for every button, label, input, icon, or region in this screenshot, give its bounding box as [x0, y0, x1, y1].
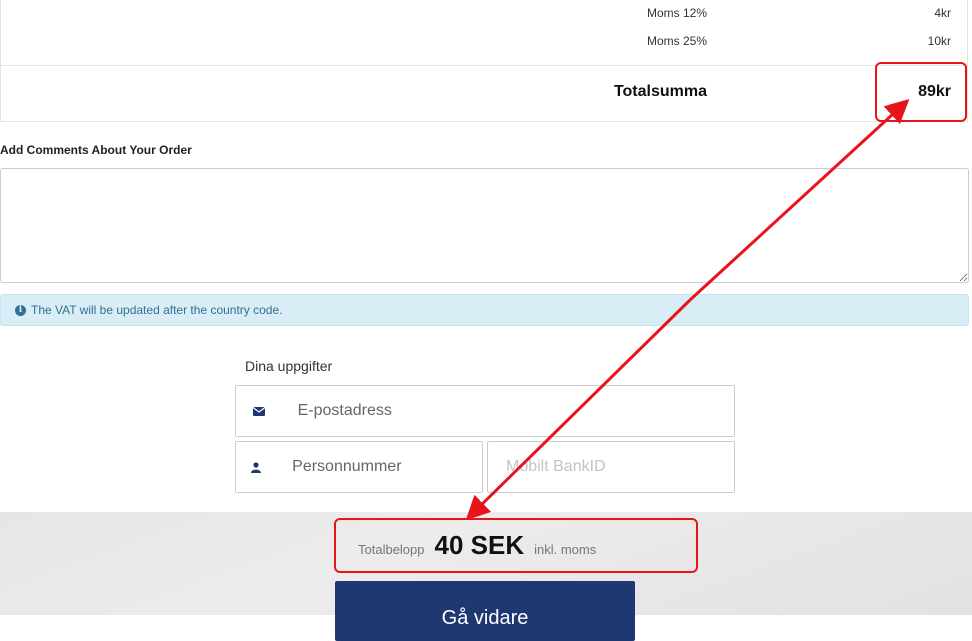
customer-details-title: Dina uppgifter	[245, 358, 333, 374]
vat-info-alert: i The VAT will be updated after the coun…	[0, 294, 969, 326]
order-totals: Moms 12% 4kr Moms 25% 10kr Totalsumma 89…	[0, 0, 968, 122]
continue-button[interactable]: Gå vidare	[335, 581, 635, 641]
personnummer-input[interactable]	[276, 442, 482, 492]
vat-12-label: Moms 12%	[646, 6, 707, 20]
envelope-icon	[236, 406, 282, 416]
comments-textarea[interactable]	[0, 168, 969, 283]
bankid-input[interactable]	[488, 442, 734, 492]
personnummer-field[interactable]	[235, 441, 483, 493]
totals-divider	[1, 65, 967, 66]
info-circle-icon: i	[15, 304, 26, 316]
vat-info-text: The VAT will be updated after the countr…	[31, 303, 283, 317]
vat-25-value: 10kr	[927, 34, 951, 48]
email-input[interactable]	[281, 386, 734, 436]
user-icon	[236, 461, 276, 473]
bankid-field[interactable]	[487, 441, 735, 493]
vat-25-label: Moms 25%	[646, 34, 707, 48]
comments-label: Add Comments About Your Order	[0, 143, 192, 157]
email-field[interactable]	[235, 385, 735, 437]
vat-12-value: 4kr	[934, 6, 951, 20]
annotation-box-total	[875, 62, 967, 122]
annotation-box-summary	[334, 518, 698, 573]
total-label: Totalsumma	[613, 83, 707, 100]
